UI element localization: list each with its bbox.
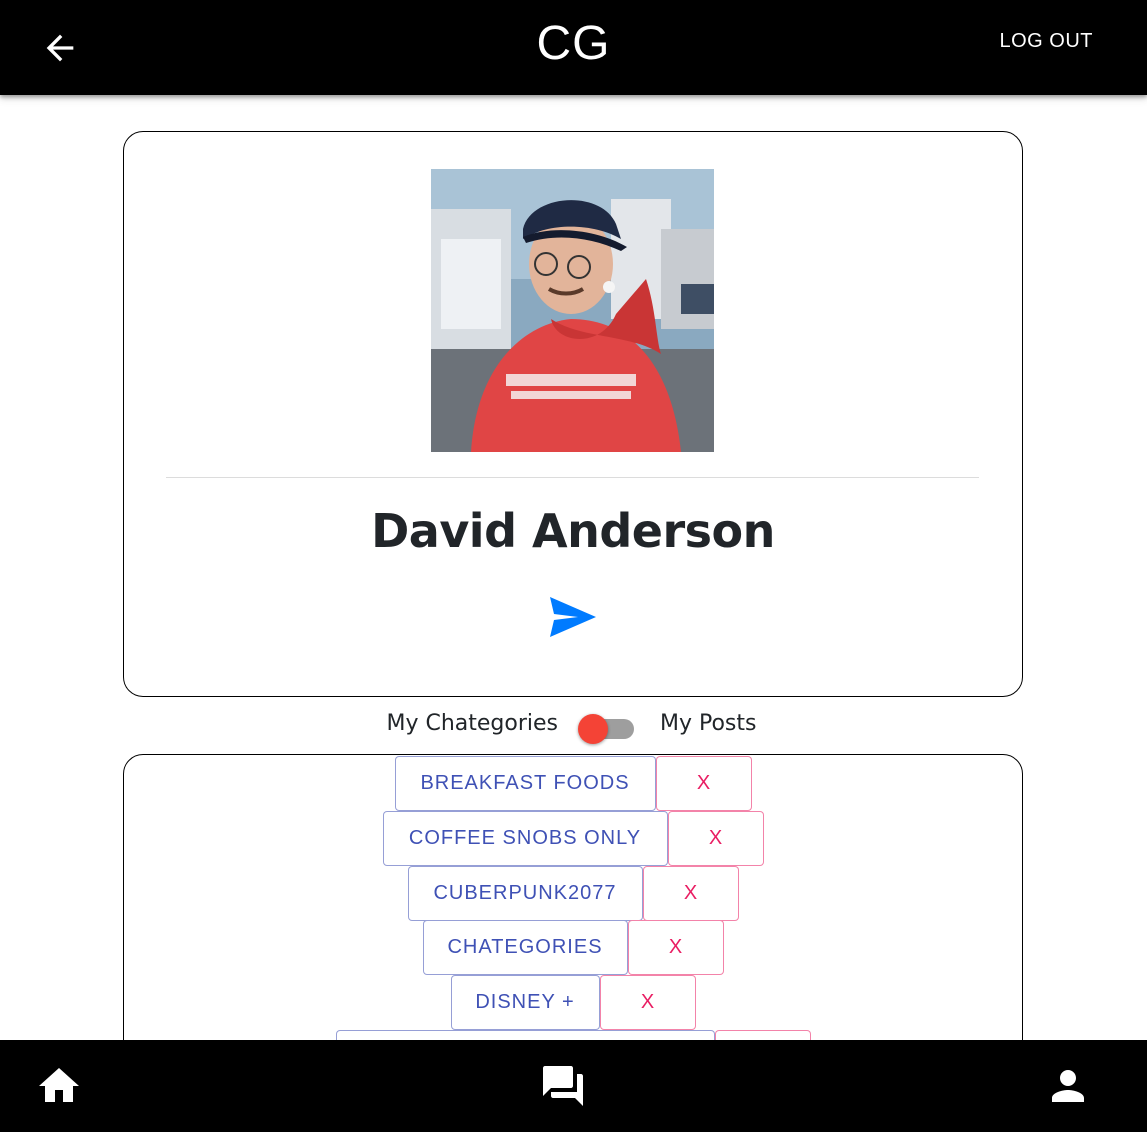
- list-item: BREAKFAST FOODS X: [124, 756, 1022, 811]
- category-button[interactable]: COFFEE SNOBS ONLY: [382, 810, 668, 866]
- remove-category-button[interactable]: X: [642, 865, 739, 921]
- profile-name: David Anderson: [371, 504, 775, 558]
- top-app-bar: CG LOG OUT: [0, 0, 1147, 95]
- bottom-navigation: [0, 1040, 1147, 1132]
- person-icon: [1052, 1070, 1084, 1102]
- category-list: BREAKFAST FOODS X COFFEE SNOBS ONLY X CU…: [124, 756, 1022, 1085]
- category-button[interactable]: DISNEY +: [450, 975, 600, 1031]
- nav-profile-button[interactable]: [1044, 1062, 1092, 1110]
- category-button[interactable]: BREAKFAST FOODS: [394, 756, 656, 811]
- list-item: COFFEE SNOBS ONLY X: [124, 810, 1022, 866]
- switch-thumb[interactable]: [578, 714, 608, 744]
- send-icon: [550, 597, 596, 637]
- profile-photo: [431, 169, 714, 452]
- remove-category-button[interactable]: X: [627, 920, 724, 976]
- nav-home-button[interactable]: [35, 1062, 83, 1110]
- list-item: DISNEY + X: [124, 975, 1022, 1031]
- avatar: [431, 169, 714, 452]
- profile-card: David Anderson: [123, 131, 1023, 697]
- list-item: CHATEGORIES X: [124, 920, 1022, 976]
- nav-forum-button[interactable]: [539, 1062, 587, 1110]
- remove-category-button[interactable]: X: [655, 756, 752, 811]
- home-icon: [39, 1068, 79, 1102]
- toggle-label-posts[interactable]: My Posts: [660, 711, 757, 736]
- list-item: CUBERPUNK2077 X: [124, 865, 1022, 921]
- remove-category-button[interactable]: X: [599, 975, 696, 1031]
- category-button[interactable]: CUBERPUNK2077: [407, 865, 643, 921]
- send-message-button[interactable]: [547, 594, 599, 640]
- toggle-label-categories[interactable]: My Chategories: [386, 711, 558, 736]
- category-button[interactable]: CHATEGORIES: [422, 920, 628, 976]
- profile-divider: [166, 477, 979, 478]
- logout-button[interactable]: LOG OUT: [999, 30, 1093, 53]
- remove-category-button[interactable]: X: [667, 810, 764, 866]
- view-toggle: My Chategories My Posts: [0, 705, 1147, 745]
- forum-icon: [543, 1066, 583, 1106]
- view-switch[interactable]: [578, 713, 634, 744]
- app-title: CG: [536, 17, 611, 70]
